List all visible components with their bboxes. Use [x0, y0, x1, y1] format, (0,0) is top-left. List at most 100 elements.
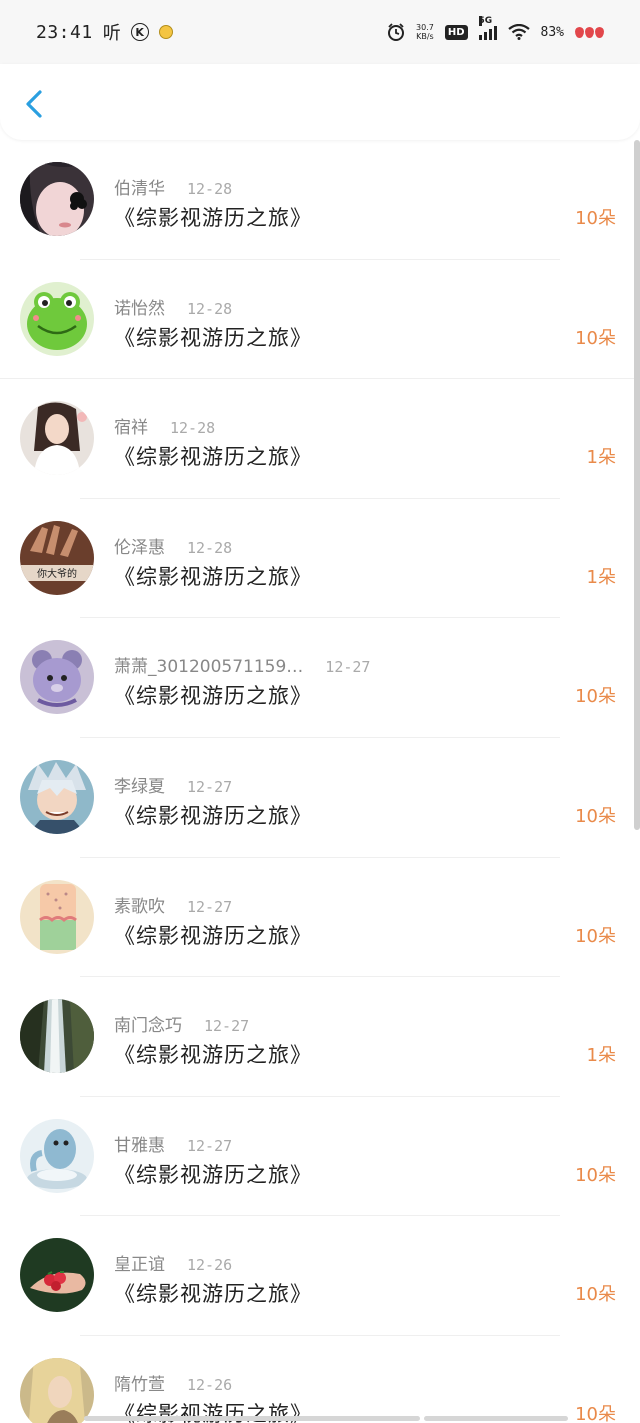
book-title: 《综影视游历之旅》 [114, 564, 312, 589]
vertical-scrollbar[interactable] [634, 140, 640, 830]
hd-badge: HD [444, 24, 468, 40]
item-date: 12-28 [187, 538, 233, 557]
item-date: 12-27 [187, 1136, 233, 1155]
avatar [20, 162, 94, 236]
item-date: 12-26 [187, 1375, 233, 1394]
list-item[interactable]: 李绿夏 12-27 《综影视游历之旅》 10朵 [0, 738, 640, 858]
avatar-caption: 你大爷的 [37, 567, 77, 580]
k-icon: K [130, 23, 149, 41]
user-name: 伦泽惠 [114, 537, 165, 558]
list-item[interactable]: 你大爷的 伦泽惠 12-28 《综影视游历之旅》 1朵 [0, 499, 640, 619]
list-item[interactable]: 隋竹萱 12-26 《综影视游历之旅》 10朵 [0, 1336, 640, 1423]
list-item[interactable]: 诺怡然 12-28 《综影视游历之旅》 10朵 [0, 260, 640, 380]
item-meta: 甘雅惠 12-27 [114, 1131, 232, 1156]
avatar [20, 281, 94, 356]
gift-amount: 10朵 [575, 208, 616, 229]
item-meta: 宿祥 12-28 [114, 413, 215, 438]
user-name: 宿祥 [114, 418, 148, 439]
book-title: 《综影视游历之旅》 [114, 206, 312, 230]
item-date: 12-28 [187, 180, 233, 198]
item-date: 12-28 [170, 419, 216, 438]
item-date: 12-27 [187, 777, 233, 796]
network-type-label: 5G [478, 16, 493, 26]
user-name: 甘雅惠 [114, 1135, 165, 1156]
status-bar: 23:41 听 K 30.7 KB/s HD 5G 83% [0, 0, 640, 64]
user-name: 南门念巧 [114, 1016, 182, 1037]
item-meta: 皇正谊 12-26 [114, 1250, 232, 1275]
book-title: 《综影视游历之旅》 [114, 325, 312, 350]
item-meta: 伯清华 12-28 [114, 174, 232, 199]
gift-amount: 10朵 [575, 925, 616, 947]
avatar [20, 759, 94, 834]
gift-record-list: 伯清华 12-28 《综影视游历之旅》 10朵 诺怡然 12-28 《综影视游历… [0, 140, 640, 1423]
user-name: 诺怡然 [114, 298, 165, 319]
avatar: 你大爷的 [20, 520, 94, 595]
list-item[interactable]: 南门念巧 12-27 《综影视游历之旅》 1朵 [0, 977, 640, 1097]
chevron-left-icon [26, 90, 42, 118]
item-date: 12-27 [187, 897, 233, 916]
list-item[interactable]: 甘雅惠 12-27 《综影视游历之旅》 10朵 [0, 1097, 640, 1217]
gift-amount: 10朵 [575, 1284, 616, 1306]
wifi-icon [507, 24, 530, 40]
bottom-indicator [424, 1416, 568, 1421]
gift-amount: 10朵 [575, 805, 616, 827]
avatar [20, 401, 94, 476]
status-time: 23:41 [36, 21, 93, 43]
user-name: 隋竹萱 [114, 1374, 165, 1395]
net-speed: 30.7 KB/s [416, 23, 434, 41]
listen-indicator: 听 [102, 23, 121, 44]
cellular-signal-icon: 5G [478, 16, 497, 40]
item-date: 12-28 [187, 299, 233, 318]
gift-amount: 10朵 [575, 686, 616, 708]
bottom-indicator [84, 1416, 420, 1421]
gift-amount: 1朵 [586, 566, 616, 588]
battery-percent: 83% [540, 24, 564, 40]
book-title: 《综影视游历之旅》 [114, 1162, 312, 1187]
book-title: 《综影视游历之旅》 [114, 1043, 312, 1068]
item-meta: 隋竹萱 12-26 [114, 1370, 232, 1395]
item-date: 12-26 [187, 1256, 233, 1275]
book-title: 《综影视游历之旅》 [114, 803, 312, 828]
gift-amount: 1朵 [586, 1045, 616, 1067]
item-meta: 诺怡然 12-28 [114, 294, 232, 319]
user-name: 皇正谊 [114, 1255, 165, 1276]
book-title: 《综影视游历之旅》 [114, 684, 312, 709]
item-date: 12-27 [325, 658, 371, 677]
user-name: 李绿夏 [114, 776, 165, 797]
avatar [20, 1118, 94, 1193]
item-meta: 伦泽惠 12-28 [114, 533, 232, 558]
list-item[interactable]: 素歌吹 12-27 《综影视游历之旅》 10朵 [0, 858, 640, 978]
item-date: 12-27 [204, 1017, 250, 1036]
battery-berry-icon [575, 26, 604, 38]
status-right: 30.7 KB/s HD 5G 83% [387, 16, 604, 41]
list-item[interactable]: 萧萧_301200571159… 12-27 《综影视游历之旅》 10朵 [0, 618, 640, 738]
list-item[interactable]: 伯清华 12-28 《综影视游历之旅》 10朵 [0, 140, 640, 260]
list-item[interactable]: 皇正谊 12-26 《综影视游历之旅》 10朵 [0, 1216, 640, 1336]
user-name: 伯清华 [114, 179, 165, 199]
avatar [20, 640, 94, 715]
item-meta: 李绿夏 12-27 [114, 772, 232, 797]
net-speed-value: 30.7 [416, 23, 434, 32]
gift-amount: 10朵 [575, 327, 616, 349]
item-meta: 萧萧_301200571159… 12-27 [114, 652, 370, 677]
status-left: 23:41 听 K [36, 19, 173, 45]
header [0, 64, 640, 140]
book-title: 《综影视游历之旅》 [114, 1282, 312, 1307]
alarm-icon [388, 23, 405, 41]
gift-amount: 10朵 [575, 1164, 616, 1186]
item-meta: 素歌吹 12-27 [114, 892, 232, 917]
list-item[interactable]: 宿祥 12-28 《综影视游历之旅》 1朵 [0, 379, 640, 499]
back-button[interactable] [20, 86, 50, 122]
bulb-icon [158, 25, 173, 39]
gift-amount: 1朵 [586, 447, 616, 469]
gift-amount: 10朵 [575, 1403, 616, 1423]
user-name: 萧萧_301200571159… [114, 657, 304, 678]
avatar [20, 1238, 94, 1313]
user-name: 素歌吹 [114, 896, 165, 917]
book-title: 《综影视游历之旅》 [114, 445, 312, 470]
avatar [20, 879, 94, 954]
avatar [20, 999, 94, 1074]
net-speed-unit: KB/s [416, 32, 434, 41]
book-title: 《综影视游历之旅》 [114, 923, 312, 948]
avatar [20, 1357, 94, 1423]
